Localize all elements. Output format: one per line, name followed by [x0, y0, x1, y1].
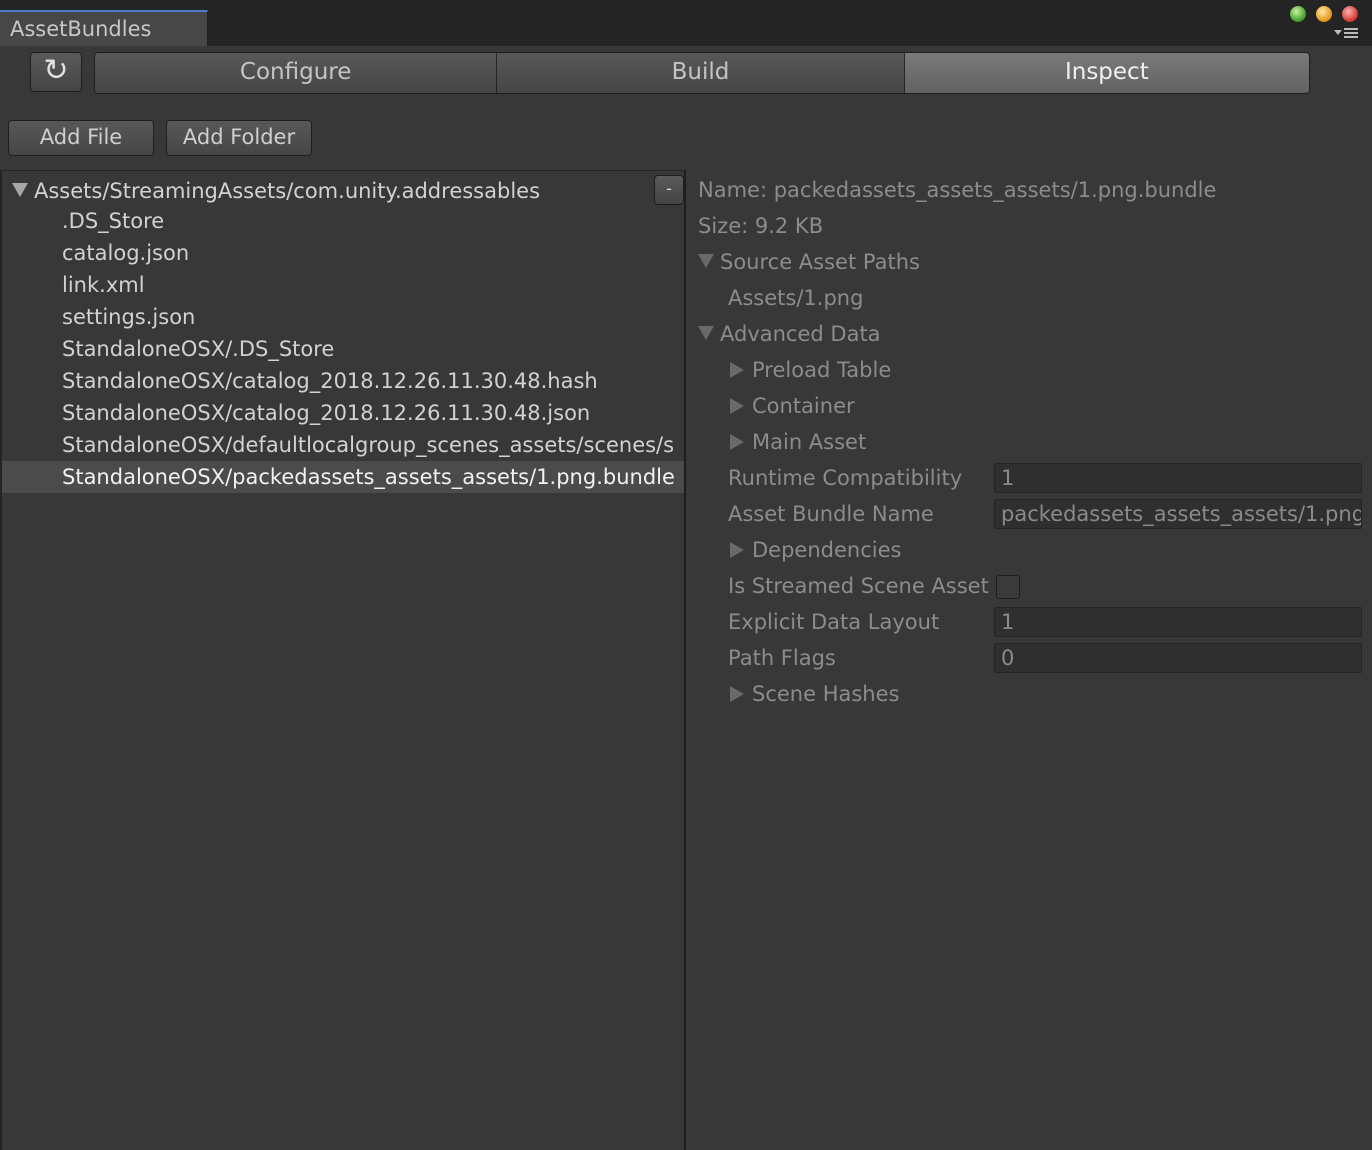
tree-item[interactable]: StandaloneOSX/catalog_2018.12.26.11.30.4…	[2, 365, 684, 397]
mode-tabs: Configure Build Inspect	[94, 52, 1310, 94]
maximize-icon[interactable]	[1290, 6, 1306, 22]
container-foldout[interactable]: Container	[730, 390, 855, 422]
tab-inspect[interactable]: Inspect	[904, 53, 1309, 93]
foldout-closed-icon	[730, 541, 744, 558]
path-flags-label: Path Flags	[728, 646, 836, 670]
is-streamed-checkbox[interactable]	[996, 575, 1020, 599]
tree-item[interactable]: StandaloneOSX/.DS_Store	[2, 333, 684, 365]
tree-item[interactable]: catalog.json	[2, 237, 684, 269]
bundle-tree-panel: Assets/StreamingAssets/com.unity.address…	[0, 170, 686, 1150]
preload-table-foldout[interactable]: Preload Table	[730, 354, 891, 386]
tree-root-row[interactable]: Assets/StreamingAssets/com.unity.address…	[12, 175, 540, 207]
foldout-open-icon	[698, 326, 714, 340]
foldout-label: Preload Table	[752, 358, 892, 382]
advanced-data-foldout[interactable]: Advanced Data	[698, 318, 881, 350]
tree-item-selected[interactable]: StandaloneOSX/packedassets_assets_assets…	[2, 461, 684, 493]
scene-hashes-foldout[interactable]: Scene Hashes	[730, 678, 899, 710]
foldout-label: Dependencies	[752, 538, 902, 562]
tree-item[interactable]: link.xml	[2, 269, 684, 301]
explicit-layout-label: Explicit Data Layout	[728, 610, 940, 634]
explicit-layout-field[interactable]: 1	[994, 607, 1362, 637]
refresh-icon: ↻	[43, 53, 69, 88]
foldout-label: Main Asset	[752, 430, 867, 454]
bundle-size-text: Size: 9.2 KB	[698, 214, 824, 238]
tree-list: .DS_Store catalog.json link.xml settings…	[2, 205, 684, 493]
foldout-open-icon	[698, 254, 714, 268]
foldout-closed-icon	[730, 433, 744, 450]
tree-item[interactable]: StandaloneOSX/catalog_2018.12.26.11.30.4…	[2, 397, 684, 429]
runtime-compat-label: Runtime Compatibility	[728, 466, 963, 490]
add-folder-button[interactable]: Add Folder	[166, 120, 312, 156]
close-icon[interactable]	[1342, 6, 1358, 22]
refresh-button[interactable]: ↻	[30, 52, 82, 92]
add-file-button[interactable]: Add File	[8, 120, 154, 156]
tab-configure[interactable]: Configure	[95, 53, 498, 93]
foldout-label: Scene Hashes	[752, 682, 900, 706]
main-asset-foldout[interactable]: Main Asset	[730, 426, 866, 458]
minimize-icon[interactable]	[1316, 6, 1332, 22]
tab-build[interactable]: Build	[497, 53, 905, 93]
foldout-label: Advanced Data	[720, 322, 881, 346]
dependencies-foldout[interactable]: Dependencies	[730, 534, 901, 566]
bundle-name-text: Name: packedassets_assets_assets/1.png.b…	[698, 178, 1217, 202]
expand-arrow-icon[interactable]	[12, 183, 28, 197]
foldout-label: Container	[752, 394, 855, 418]
inspector-panel: Name: packedassets_assets_assets/1.png.b…	[686, 170, 1372, 1150]
window-menu-icon[interactable]	[1334, 26, 1364, 40]
is-streamed-label: Is Streamed Scene Asset	[728, 574, 989, 598]
asset-bundle-name-field[interactable]: packedassets_assets_assets/1.png	[994, 499, 1362, 529]
tree-item[interactable]: .DS_Store	[2, 205, 684, 237]
runtime-compat-field[interactable]: 1	[994, 463, 1362, 493]
asset-bundle-name-label: Asset Bundle Name	[728, 502, 934, 526]
tree-root-label: Assets/StreamingAssets/com.unity.address…	[34, 179, 541, 203]
foldout-closed-icon	[730, 361, 744, 378]
foldout-closed-icon	[730, 397, 744, 414]
foldout-label: Source Asset Paths	[720, 250, 920, 274]
tree-item[interactable]: settings.json	[2, 301, 684, 333]
source-asset-path: Assets/1.png	[728, 286, 864, 310]
window-tab[interactable]: AssetBundles	[0, 10, 208, 46]
path-flags-field[interactable]: 0	[994, 643, 1362, 673]
source-asset-paths-foldout[interactable]: Source Asset Paths	[698, 246, 920, 278]
foldout-closed-icon	[730, 685, 744, 702]
remove-folder-button[interactable]: -	[654, 175, 684, 205]
tree-item[interactable]: StandaloneOSX/defaultlocalgroup_scenes_a…	[2, 429, 684, 461]
title-bar: AssetBundles	[0, 0, 1372, 46]
